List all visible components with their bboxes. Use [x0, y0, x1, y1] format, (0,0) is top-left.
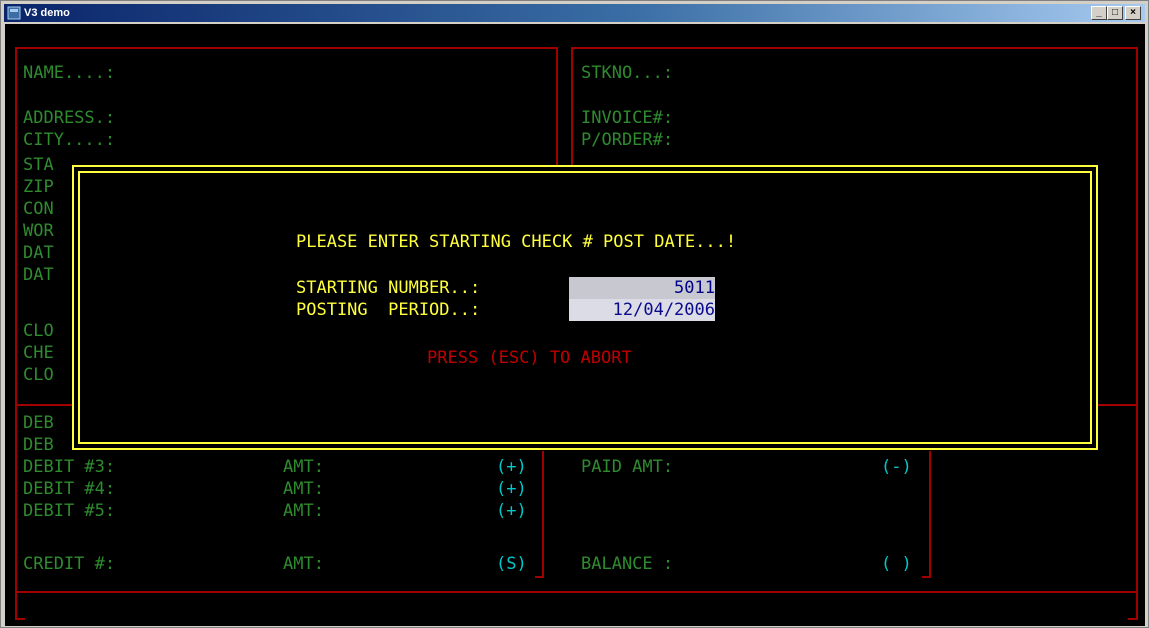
amt-label: AMT:: [283, 457, 324, 477]
s-sign: (S): [496, 554, 527, 574]
blank-sign: ( ): [881, 554, 912, 574]
totals-bracket: [929, 451, 931, 576]
frame-line: [15, 47, 558, 49]
amt-label: AMT:: [283, 479, 324, 499]
frame-line: [15, 47, 17, 620]
frame-line: [556, 47, 558, 165]
name-label: NAME....:: [23, 63, 116, 83]
porder-label: P/ORDER#:: [581, 130, 674, 150]
debit2-label: DEB: [23, 435, 54, 455]
clipped-label: WOR: [23, 221, 54, 241]
amt-label: AMT:: [283, 554, 324, 574]
minus-sign: (-): [881, 457, 912, 477]
frame-line: [1098, 404, 1138, 406]
invoice-label: INVOICE#:: [581, 108, 674, 128]
debit3-label: DEBIT #3:: [23, 457, 116, 477]
credit-label: CREDIT #:: [23, 554, 116, 574]
frame-line: [1136, 47, 1138, 620]
frame-line: [571, 47, 573, 165]
clipped-label: CLO: [23, 365, 54, 385]
clipped-label: ZIP: [23, 177, 54, 197]
clipped-label: DAT: [23, 265, 54, 285]
clipped-label: CON: [23, 199, 54, 219]
stkno-label: STKNO...:: [581, 63, 674, 83]
plus-sign: (+): [496, 501, 527, 521]
posting-period-label: POSTING PERIOD..:: [296, 300, 481, 320]
minimize-button[interactable]: _: [1091, 6, 1107, 20]
balance-label: BALANCE :: [581, 554, 674, 574]
clipped-label: CLO: [23, 321, 54, 341]
maximize-button[interactable]: □: [1107, 6, 1123, 20]
app-icon: [7, 6, 21, 20]
totals-bracket: [922, 576, 931, 578]
clipped-label: STA: [23, 155, 54, 175]
frame-line: [571, 47, 1137, 49]
starting-number-input[interactable]: 5011: [569, 277, 715, 299]
frame-line: [15, 618, 25, 620]
paid-amt-label: PAID AMT:: [581, 457, 674, 477]
check-dialog: PLEASE ENTER STARTING CHECK # POST DATE.…: [72, 165, 1098, 450]
city-label: CITY....:: [23, 130, 116, 150]
totals-bracket: [542, 451, 544, 576]
app-window: V3 demo _ □ × NAME....: ADDRESS.: CITY..…: [0, 0, 1149, 628]
debit1-label: DEB: [23, 413, 54, 433]
address-label: ADDRESS.:: [23, 108, 116, 128]
debit4-label: DEBIT #4:: [23, 479, 116, 499]
amt-label: AMT:: [283, 501, 324, 521]
frame-line: [15, 591, 1138, 593]
plus-sign: (+): [496, 479, 527, 499]
window-title: V3 demo: [24, 7, 70, 19]
close-button[interactable]: ×: [1125, 6, 1141, 20]
totals-bracket: [535, 576, 544, 578]
title-bar[interactable]: V3 demo _ □ ×: [4, 4, 1145, 22]
frame-line: [15, 404, 72, 406]
clipped-label: DAT: [23, 243, 54, 263]
debit5-label: DEBIT #5:: [23, 501, 116, 521]
clipped-label: CHE: [23, 343, 54, 363]
abort-hint: PRESS (ESC) TO ABORT: [427, 348, 632, 368]
posting-period-input[interactable]: 12/04/2006: [569, 299, 715, 321]
dialog-heading: PLEASE ENTER STARTING CHECK # POST DATE.…: [296, 232, 737, 252]
frame-line: [1128, 618, 1138, 620]
plus-sign: (+): [496, 457, 527, 477]
starting-number-label: STARTING NUMBER..:: [296, 278, 481, 298]
console-screen[interactable]: NAME....: ADDRESS.: CITY....: STA ZIP CO…: [5, 24, 1145, 626]
